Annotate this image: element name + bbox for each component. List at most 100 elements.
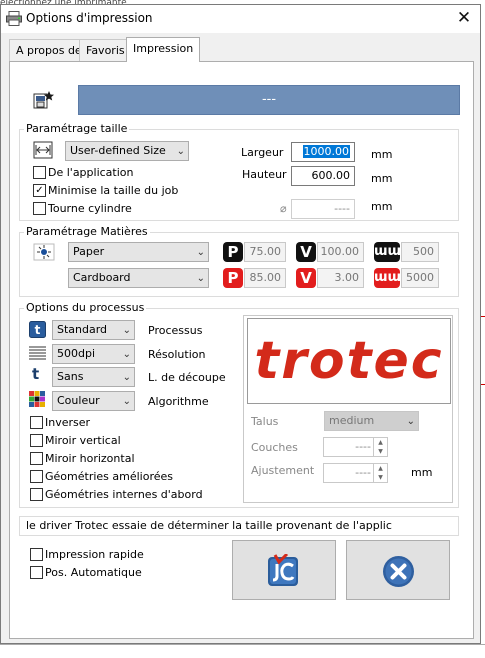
resolution-icon (29, 346, 46, 360)
taper-label: Talus (251, 415, 279, 428)
tab-about[interactable]: A propos de (9, 39, 89, 61)
process-icon: t (29, 321, 46, 338)
engrave-ppi-value: 500 (401, 242, 439, 262)
enhanced-geometry-checkbox[interactable] (30, 470, 43, 483)
adjust-value: ---- (355, 466, 371, 479)
cut-frequency-icon: ɯɯ (374, 268, 401, 288)
chevron-down-icon: ⌄ (122, 349, 131, 360)
passes-value: ---- (355, 440, 371, 453)
favorite-icon[interactable] (33, 90, 55, 110)
adjust-label: Ajustement (251, 464, 315, 477)
rotary-label: Tourne cylindre (48, 202, 132, 215)
print-to-jobcontrol-button[interactable] (232, 540, 336, 600)
engrave-power-value: 75.00 (244, 242, 286, 262)
from-application-label: De l'application (48, 166, 134, 179)
resolution-select[interactable]: 500dpi ⌄ (52, 344, 135, 364)
auto-position-checkbox[interactable] (30, 566, 43, 579)
algorithm-label: Algorithme (148, 395, 209, 408)
mirror-horizontal-label: Miroir horizontal (45, 452, 135, 465)
size-select[interactable]: User-defined Size ⌄ (65, 141, 189, 161)
submaterial-select-value: Cardboard (73, 271, 131, 284)
enhanced-geometry-label: Géométries améliorées (45, 470, 174, 483)
favorite-bar[interactable]: --- (78, 85, 460, 115)
from-application-checkbox[interactable] (33, 166, 46, 179)
chevron-down-icon: ⌄ (176, 146, 185, 157)
cut-speed-value: 3.00 (317, 268, 364, 288)
cancel-icon (383, 556, 414, 587)
width-unit: mm (371, 148, 393, 161)
cut-power-value: 85.00 (244, 268, 286, 288)
material-select[interactable]: Paper ⌄ (68, 242, 209, 262)
engrave-speed-value: 100.00 (317, 242, 364, 262)
cutline-icon: t (32, 365, 40, 383)
invert-label: Inverser (45, 416, 91, 429)
printer-icon (6, 11, 22, 26)
tab-favorites[interactable]: Favoris (79, 39, 132, 61)
cutline-select-value: Sans (57, 370, 84, 383)
inner-geometry-first-label: Géométries internes d'abord (45, 488, 203, 501)
passes-spinner[interactable]: ---- ▲ ▼ (323, 437, 388, 457)
resolution-select-value: 500dpi (57, 347, 96, 360)
rotary-checkbox[interactable] (33, 202, 46, 215)
cut-speed-icon: V (296, 268, 316, 288)
chevron-down-icon: ⌄ (196, 247, 205, 258)
spinner-arrows-icon[interactable]: ▲ ▼ (373, 438, 387, 456)
tab-printing[interactable]: Impression (126, 37, 201, 62)
diameter-icon: ⌀ (280, 202, 287, 215)
material-title: Paramétrage Matières (24, 225, 150, 238)
process-select-value: Standard (57, 323, 108, 336)
close-button[interactable]: ✕ (453, 8, 475, 28)
fast-print-checkbox[interactable] (30, 548, 43, 561)
material-settings-icon[interactable] (33, 242, 55, 262)
jobcontrol-icon (268, 554, 298, 586)
resize-icon (33, 141, 53, 159)
width-input[interactable]: 1000.00 (291, 142, 355, 162)
engrave-speed-icon: V (296, 242, 316, 262)
engrave-power-icon: P (223, 242, 243, 262)
fast-print-label: Impression rapide (45, 548, 144, 561)
material-select-value: Paper (73, 245, 105, 258)
chevron-down-icon: ⌄ (122, 372, 131, 383)
resolution-label: Résolution (148, 348, 206, 361)
status-text: le driver Trotec essaie de déterminer la… (19, 516, 459, 536)
cutline-select[interactable]: Sans ⌄ (52, 367, 135, 387)
cut-hz-value: 5000 (401, 268, 439, 288)
chevron-down-icon: ⌄ (122, 396, 131, 407)
minimize-job-checkbox[interactable]: ✓ (33, 184, 46, 197)
print-options-dialog: Options d'impression ✕ A propos de Favor… (0, 4, 481, 644)
adjust-unit: mm (411, 466, 433, 479)
process-select[interactable]: Standard ⌄ (52, 320, 135, 340)
mirror-horizontal-checkbox[interactable] (30, 452, 43, 465)
passes-label: Couches (251, 441, 298, 454)
algorithm-select-value: Couleur (57, 394, 100, 407)
mirror-vertical-checkbox[interactable] (30, 434, 43, 447)
printing-panel: --- Paramétrage taille User-defined Size… (9, 61, 474, 639)
chevron-down-icon: ⌄ (406, 416, 415, 427)
size-settings-title: Paramétrage taille (24, 122, 130, 135)
svg-text:t: t (35, 323, 41, 337)
auto-position-label: Pos. Automatique (45, 566, 142, 579)
cut-power-icon: P (223, 268, 243, 288)
cutline-label: L. de découpe (148, 371, 226, 384)
spinner-arrows-icon[interactable]: ▲ ▼ (373, 464, 387, 482)
size-select-value: User-defined Size (70, 144, 166, 157)
taper-select[interactable]: medium ⌄ (324, 411, 419, 431)
taper-select-value: medium (329, 414, 375, 427)
background-app-strip (0, 644, 485, 658)
diameter-input[interactable]: ---- (291, 199, 355, 219)
invert-checkbox[interactable] (30, 416, 43, 429)
height-unit: mm (371, 172, 393, 185)
window-title: Options d'impression (26, 11, 153, 25)
cancel-button[interactable] (346, 540, 450, 600)
process-title: Options du processus (24, 301, 147, 314)
inner-geometry-first-checkbox[interactable] (30, 488, 43, 501)
submaterial-select[interactable]: Cardboard ⌄ (68, 268, 209, 288)
color-algorithm-icon (29, 391, 45, 407)
algorithm-select[interactable]: Couleur ⌄ (52, 391, 135, 411)
adjust-spinner[interactable]: ---- ▲ ▼ (323, 463, 388, 483)
diameter-unit: mm (371, 200, 393, 213)
height-input[interactable]: 600.00 (291, 166, 355, 186)
width-value: 1000.00 (302, 145, 350, 158)
mirror-vertical-label: Miroir vertical (45, 434, 121, 447)
engrave-frequency-icon: ɯɯ (374, 242, 401, 262)
